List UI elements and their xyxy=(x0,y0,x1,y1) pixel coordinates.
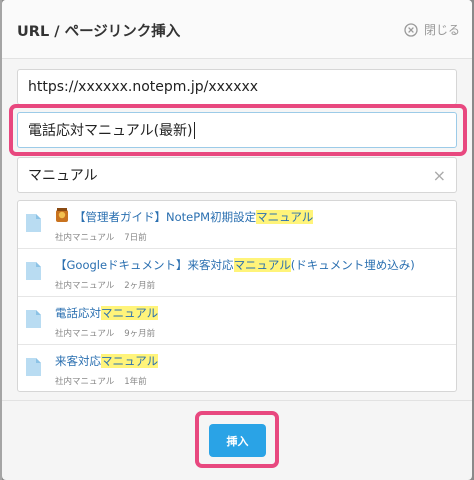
document-icon xyxy=(26,310,41,328)
result-item[interactable]: 電話応対マニュアル 社内マニュアル 9ヶ月前 xyxy=(18,297,456,345)
match-highlight: マニュアル xyxy=(233,258,291,272)
clear-search-icon[interactable]: × xyxy=(433,166,446,185)
match-highlight: マニュアル xyxy=(101,306,159,320)
close-label: 閉じる xyxy=(423,23,460,37)
search-value: マニュアル xyxy=(28,168,98,184)
document-icon xyxy=(26,262,41,280)
url-value: https://xxxxxx.notepm.jp/xxxxxx xyxy=(28,79,259,95)
title-field-highlight xyxy=(9,104,467,156)
document-icon xyxy=(26,358,41,376)
result-item[interactable]: 【Googleドキュメント】来客対応マニュアル(ドキュメント埋め込み) 社内マニ… xyxy=(18,249,456,297)
result-meta: 社内マニュアル 2ヶ月前 xyxy=(55,281,156,291)
result-meta: 社内マニュアル 7日前 xyxy=(55,233,147,243)
search-results-list: 【管理者ガイド】NotePM初期設定マニュアル 社内マニュアル 7日前 【Goog… xyxy=(17,200,457,392)
url-field[interactable]: https://xxxxxx.notepm.jp/xxxxxx xyxy=(17,69,457,105)
dialog-title: URL / ページリンク挿入 xyxy=(17,24,181,40)
match-highlight: マニュアル xyxy=(101,354,159,368)
result-title: 【Googleドキュメント】来客対応マニュアル(ドキュメント埋め込み) xyxy=(55,258,415,272)
close-icon xyxy=(404,22,418,37)
result-title: 来客対応マニュアル xyxy=(55,354,159,368)
result-meta: 社内マニュアル 9ヶ月前 xyxy=(55,329,156,339)
result-meta: 社内マニュアル 1年前 xyxy=(55,377,147,387)
page-search-input[interactable]: マニュアル × xyxy=(17,157,457,193)
link-insert-dialog: URL / ページリンク挿入 閉じる https://xxxxxx.notepm… xyxy=(2,0,472,480)
result-item[interactable]: 【管理者ガイド】NotePM初期設定マニュアル 社内マニュアル 7日前 xyxy=(18,201,456,249)
document-icon xyxy=(26,214,41,232)
result-title: 【管理者ガイド】NotePM初期設定マニュアル xyxy=(74,210,314,224)
footer-divider xyxy=(2,400,472,401)
guide-emblem-icon xyxy=(56,208,68,222)
result-item[interactable]: 来客対応マニュアル 社内マニュアル 1年前 xyxy=(18,345,456,391)
match-highlight: マニュアル xyxy=(256,210,314,224)
result-title: 電話応対マニュアル xyxy=(55,306,159,320)
dialog-header: URL / ページリンク挿入 閉じる xyxy=(2,0,472,59)
insert-button-highlight xyxy=(195,411,279,468)
close-button[interactable]: 閉じる xyxy=(404,21,460,38)
